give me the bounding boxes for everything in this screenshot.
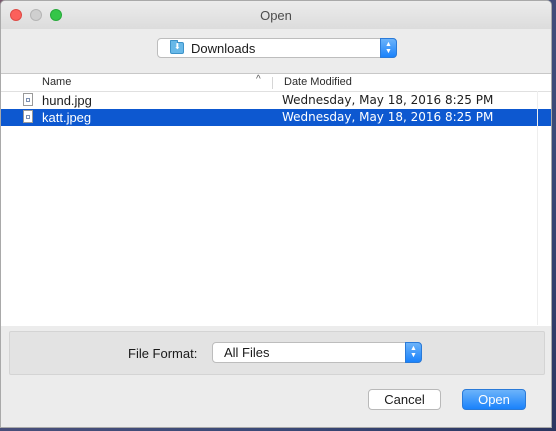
column-divider[interactable] <box>272 77 273 89</box>
file-browser: Name ^ Date Modified hund.jpg Wednesday,… <box>1 73 551 327</box>
file-name: hund.jpg <box>42 93 92 108</box>
file-format-value: All Files <box>224 345 270 360</box>
sort-ascending-icon[interactable]: ^ <box>256 74 261 85</box>
image-file-icon <box>23 93 33 106</box>
title-bar: Open <box>1 1 551 29</box>
column-header: Name ^ Date Modified <box>1 74 551 92</box>
column-name-header[interactable]: Name <box>42 76 71 88</box>
file-format-label: File Format: <box>128 346 198 361</box>
file-format-dropdown[interactable]: All Files ▲ ▼ <box>212 342 422 363</box>
open-button[interactable]: Open <box>462 389 526 410</box>
file-row-selected[interactable]: katt.jpeg Wednesday, May 18, 2016 8:25 P… <box>1 109 551 126</box>
file-format-panel: File Format: All Files ▲ ▼ <box>9 331 545 375</box>
dialog-footer: File Format: All Files ▲ ▼ Cancel Open <box>1 326 551 427</box>
scrollbar-track[interactable] <box>537 91 538 325</box>
file-row[interactable]: hund.jpg Wednesday, May 18, 2016 8:25 PM <box>1 92 551 109</box>
chevron-updown-icon: ▲ ▼ <box>405 342 422 363</box>
window-title: Open <box>260 8 292 23</box>
cancel-button[interactable]: Cancel <box>368 389 441 410</box>
column-date-header[interactable]: Date Modified <box>284 76 352 88</box>
chevron-updown-icon: ▲ ▼ <box>380 38 397 58</box>
location-label: Downloads <box>191 41 256 56</box>
image-file-icon <box>23 110 33 123</box>
location-bar: Downloads ▲▼ <box>1 29 551 71</box>
file-name: katt.jpeg <box>42 110 92 125</box>
location-dropdown[interactable]: Downloads ▲▼ <box>157 38 397 58</box>
downloads-folder-icon <box>170 40 184 54</box>
file-date: Wednesday, May 18, 2016 8:25 PM <box>282 110 494 124</box>
file-date: Wednesday, May 18, 2016 8:25 PM <box>282 93 494 107</box>
open-dialog: Open Downloads ▲▼ Name ^ Date Modified h… <box>0 0 552 428</box>
